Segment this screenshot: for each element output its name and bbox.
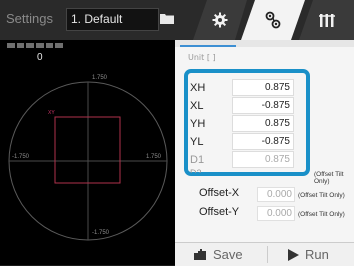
offset-y-input[interactable]: 0.000 (257, 206, 295, 221)
run-label: Run (305, 247, 329, 262)
app-window: Settings 1. Default 0 1.750 -1.750 1.750… (0, 0, 354, 266)
subtab-active-indicator (180, 45, 236, 47)
footer-divider (267, 246, 268, 263)
unit-label: Unit [ ] (188, 53, 216, 62)
position-marker: XY (48, 110, 55, 116)
highlight-box (184, 69, 310, 176)
header-bar: Settings 1. Default (0, 0, 354, 40)
offset-x-note: (Offset Tilt Only) (298, 192, 345, 199)
toggle-settings-icon (264, 11, 282, 29)
offset-x-input[interactable]: 0.000 (257, 187, 295, 202)
tick-top: 1.750 (92, 75, 108, 81)
tick-left: -1.750 (12, 154, 30, 160)
folder-icon[interactable] (160, 13, 174, 24)
d2-note: (Offset Tilt Only) (314, 171, 344, 185)
tilt-compare-icon (318, 13, 335, 27)
tick-right: 1.750 (146, 154, 162, 160)
target-plot (8, 81, 168, 241)
save-label: Save (213, 247, 243, 262)
settings-label: Settings (6, 11, 53, 26)
offset-y-note: (Offset Tilt Only) (298, 211, 345, 218)
preset-select[interactable]: 1. Default (66, 8, 159, 31)
tab-general[interactable] (193, 0, 247, 40)
settings-panel: Unit [ ] XH 0.875 XL -0.875 YH 0.875 YL … (175, 40, 354, 266)
tab-measurement[interactable] (241, 0, 305, 40)
run-button[interactable]: Run (288, 243, 329, 266)
tab-tilt[interactable] (299, 0, 354, 40)
offset-y-label: Offset-Y (199, 206, 240, 218)
save-button[interactable]: Save (193, 243, 243, 266)
gear-icon (212, 12, 228, 28)
save-icon (194, 249, 206, 260)
offset-x-label: Offset-X (199, 187, 240, 199)
footer-bar: Save Run (175, 242, 354, 266)
tilt-preview: 0 1.750 -1.750 1.750 -1.750 XY (0, 40, 175, 265)
tick-bottom: -1.750 (92, 230, 110, 236)
play-icon (288, 248, 299, 261)
